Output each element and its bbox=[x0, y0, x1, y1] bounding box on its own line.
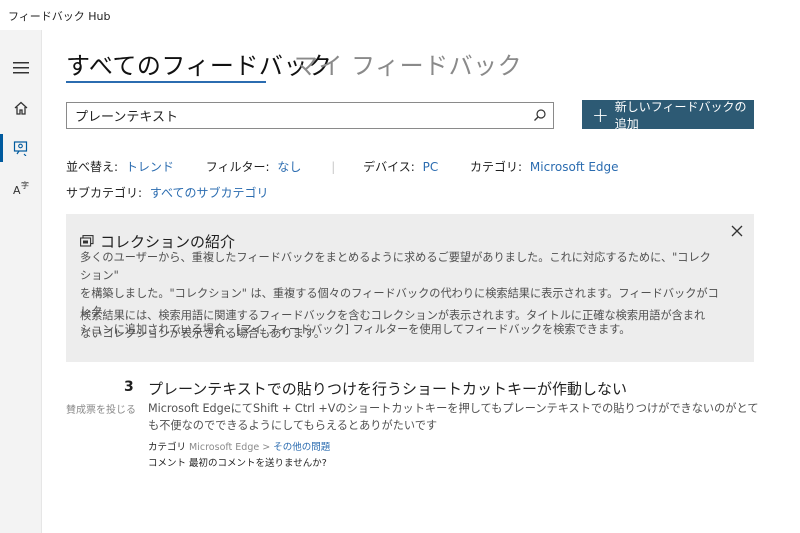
category-value[interactable]: Microsoft Edge bbox=[530, 160, 619, 174]
nav-rail: A 字 bbox=[0, 30, 42, 533]
category-meta-label: カテゴリ bbox=[148, 442, 187, 453]
filter-value[interactable]: なし bbox=[277, 160, 301, 174]
upvote-button[interactable]: 賛成票を投じる bbox=[66, 401, 136, 416]
search-input[interactable] bbox=[67, 103, 517, 128]
nav-feedback-button[interactable] bbox=[0, 128, 42, 168]
feedback-comments: コメント 最初のコメントを送りませんか? bbox=[148, 455, 668, 469]
search-icon[interactable] bbox=[533, 108, 547, 122]
notice-paragraph-2: 検索結果には、検索用語に関連するフィードバックを含むコレクションが表示されます。… bbox=[80, 307, 720, 343]
sort-label: 並べ替え: bbox=[66, 160, 119, 174]
filter-row-sub: サブカテゴリ: すべてのサブカテゴリ bbox=[66, 184, 269, 202]
app-title: フィードバック Hub bbox=[8, 10, 111, 23]
feedback-category: カテゴリ Microsoft Edge > その他の問題 bbox=[148, 439, 668, 453]
search-box bbox=[66, 102, 554, 129]
subcategory-label: サブカテゴリ: bbox=[66, 186, 143, 200]
subcategory-value[interactable]: すべてのサブカテゴリ bbox=[150, 186, 269, 200]
close-icon[interactable] bbox=[728, 222, 746, 240]
svg-text:A: A bbox=[13, 184, 21, 196]
notice-line: 検索結果には、検索用語に関連するフィードバックを含むコレクションが表示されます。… bbox=[80, 309, 706, 322]
active-tab-indicator bbox=[66, 81, 266, 83]
category-meta-value: Microsoft Edge bbox=[189, 442, 260, 453]
language-icon: A 字 bbox=[13, 180, 29, 196]
add-feedback-label: 新しいフィードバックの追加 bbox=[614, 99, 747, 131]
notice-line: ないコレクションが表示される場合もあります。 bbox=[80, 327, 326, 340]
nav-home-button[interactable] bbox=[0, 88, 42, 128]
title-bar: フィードバック Hub bbox=[0, 0, 800, 30]
nav-language-button[interactable]: A 字 bbox=[0, 168, 42, 208]
svg-text:字: 字 bbox=[21, 180, 29, 190]
device-label: デバイス: bbox=[363, 160, 415, 174]
add-feedback-button[interactable]: + 新しいフィードバックの追加 bbox=[582, 99, 754, 131]
plus-icon: + bbox=[592, 102, 609, 127]
subcategory-link[interactable]: その他の問題 bbox=[273, 442, 330, 453]
hamburger-menu-button[interactable] bbox=[0, 48, 42, 88]
category-label: カテゴリ: bbox=[470, 160, 523, 174]
description-line: も不便なのでできるようにしてもらえるとありがたいです bbox=[148, 419, 438, 432]
notice-line: 多くのユーザーから、重複したフィードバックをまとめるように求めるご要望がありまし… bbox=[80, 251, 711, 282]
filter-separator: | bbox=[331, 160, 336, 174]
description-line: Microsoft EdgeにてShift + Ctrl +Vのショートカットキ… bbox=[148, 402, 759, 415]
tab-all-feedback[interactable]: すべてのフィードバック bbox=[66, 46, 332, 81]
feedback-icon bbox=[13, 141, 28, 156]
collection-icon bbox=[80, 235, 94, 247]
device-value[interactable]: PC bbox=[423, 160, 439, 174]
vote-count: 3 bbox=[124, 379, 134, 395]
collections-notice: コレクションの紹介 多くのユーザーから、重複したフィードバックをまとめるように求… bbox=[66, 214, 754, 362]
feedback-description: Microsoft EdgeにてShift + Ctrl +Vのショートカットキ… bbox=[148, 400, 760, 434]
comment-meta-value[interactable]: 最初のコメントを送りませんか? bbox=[189, 458, 327, 469]
sort-value[interactable]: トレンド bbox=[126, 160, 174, 174]
home-icon bbox=[14, 101, 28, 115]
tab-my-feedback[interactable]: マイ フィードバック bbox=[294, 46, 522, 81]
hamburger-icon bbox=[13, 62, 29, 74]
filter-row-main: 並べ替え: トレンド フィルター: なし | デバイス: PC カテゴリ: Mi… bbox=[66, 158, 619, 176]
filter-label: フィルター: bbox=[205, 160, 270, 174]
feedback-item: 3 賛成票を投じる プレーンテキストでの貼りつけを行うショートカットキーが作動し… bbox=[66, 378, 766, 478]
comment-meta-label: コメント bbox=[148, 458, 187, 469]
feedback-title[interactable]: プレーンテキストでの貼りつけを行うショートカットキーが作動しない bbox=[148, 378, 627, 399]
category-arrow: > bbox=[262, 442, 271, 453]
